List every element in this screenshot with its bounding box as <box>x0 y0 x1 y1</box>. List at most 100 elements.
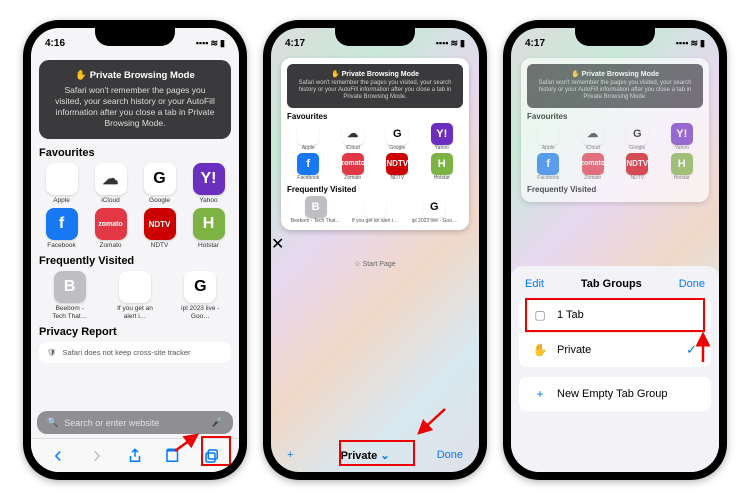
favourite-item[interactable]: H Hotstar <box>186 208 231 249</box>
favourite-item[interactable]: fFacebook <box>287 153 330 181</box>
icon-label: If you get an alert i… <box>346 218 403 224</box>
tab-title: ☆ Start Page <box>271 260 479 268</box>
row-label: New Empty Tab Group <box>557 388 667 400</box>
favourite-item[interactable]: Gipl 2023 live - Goo… <box>406 196 463 224</box>
new-tab-group-row[interactable]: + New Empty Tab Group <box>519 377 711 411</box>
tabs-button[interactable] <box>203 447 221 465</box>
favourite-item[interactable]: Apple <box>287 123 330 151</box>
favourite-item[interactable]: fFacebook <box>527 153 570 181</box>
icon-label: Apple <box>527 145 570 151</box>
favourite-item[interactable]: GGoogle <box>137 163 182 204</box>
favourite-item[interactable]: GGoogle <box>376 123 419 151</box>
favourite-item[interactable]: zomatoZomato <box>332 153 375 181</box>
plus-icon: + <box>533 387 547 401</box>
favourite-item[interactable]: NDTVNDTV <box>137 208 182 249</box>
banner-title: ✋ Private Browsing Mode <box>51 70 219 81</box>
shield-icon: 🛡 <box>47 348 57 357</box>
icon-label: ipl 2023 live - Goo… <box>180 305 220 319</box>
favourite-item[interactable]: GGoogle <box>616 123 659 151</box>
address-bar[interactable]: 🔍 Search or enter website 🎤 <box>37 411 233 434</box>
new-tab-button[interactable]: + <box>287 449 293 461</box>
share-button[interactable] <box>126 447 144 465</box>
mic-icon[interactable]: 🎤 <box>212 417 223 428</box>
icon-label: Apple <box>287 145 330 151</box>
app-icon: G <box>386 123 408 145</box>
app-icon: Y! <box>431 123 453 145</box>
forward-button[interactable] <box>88 447 106 465</box>
icon-label: Facebook <box>287 175 330 181</box>
close-tab-button[interactable]: ✕ <box>271 234 479 254</box>
icon-label: Yahoo <box>421 145 464 151</box>
app-icon: f <box>297 153 319 175</box>
tab-preview-card: ✋ Private Browsing ModeSafari won't reme… <box>521 58 709 202</box>
favourite-item[interactable]: If you get an alert i… <box>346 196 403 224</box>
favourite-item[interactable]: zomatoZomato <box>572 153 615 181</box>
app-icon: H <box>671 153 693 175</box>
favourite-item[interactable]: zomatoZomato <box>88 208 133 249</box>
tab-group-selector[interactable]: Private ⌄ <box>341 449 390 462</box>
favourite-item[interactable]: ☁iCloud <box>332 123 375 151</box>
app-icon: ☁ <box>95 163 127 195</box>
bookmarks-button[interactable] <box>164 447 182 465</box>
checkmark-icon: ✓ <box>686 342 697 358</box>
phone-1: 4:16 ▪▪▪▪≋▮ ✋ Private Browsing Mode Safa… <box>23 20 247 480</box>
favourite-item[interactable]: NDTVNDTV <box>616 153 659 181</box>
banner-body: Safari won't remember the pages you visi… <box>51 85 219 129</box>
favourite-item[interactable]: HHotstar <box>661 153 704 181</box>
icon-label: Zomato <box>99 242 121 249</box>
favourite-item[interactable]: HHotstar <box>421 153 464 181</box>
app-icon: ☁ <box>342 123 364 145</box>
privacy-row: 🛡Safari does not keep cross-site tracker <box>39 342 231 363</box>
tab-preview-card[interactable]: ✋ Private Browsing Mode Safari won't rem… <box>281 58 469 230</box>
app-icon: G <box>626 123 648 145</box>
favourite-item[interactable]: ☁iCloud <box>572 123 615 151</box>
icon-label: Zomato <box>332 175 375 181</box>
favourite-item[interactable]: Apple <box>39 163 84 204</box>
icon-label: Facebook <box>527 175 570 181</box>
mini-banner: ✋ Private Browsing Mode Safari won't rem… <box>287 64 463 108</box>
edit-button[interactable]: Edit <box>525 278 544 290</box>
chevron-down-icon: ⌄ <box>380 450 389 462</box>
icon-label: Beebom - Tech That… <box>50 305 90 319</box>
favourite-item[interactable]: fFacebook <box>39 208 84 249</box>
done-button[interactable]: Done <box>679 278 705 290</box>
favourite-item[interactable]: Y!Yahoo <box>421 123 464 151</box>
search-icon: 🔍 <box>47 417 58 428</box>
icon-label: Google <box>149 197 170 204</box>
icon-label: ipl 2023 live - Goo… <box>406 218 463 224</box>
done-button[interactable]: Done <box>437 449 463 461</box>
tab-groups-sheet: Edit Tab Groups Done ▢ 1 Tab ✋ Private ✓… <box>511 266 719 472</box>
favourite-item[interactable]: BBeebom - Tech That… <box>287 196 344 224</box>
app-icon <box>119 271 151 303</box>
app-icon <box>297 123 319 145</box>
app-icon <box>46 163 78 195</box>
app-icon: zomato <box>582 153 604 175</box>
app-icon <box>537 123 559 145</box>
phone-2: 4:17 ▪▪▪▪≋▮ ✋ Private Browsing Mode Safa… <box>263 20 487 480</box>
status-bar: 4:17 ▪▪▪▪≋▮ <box>271 28 479 54</box>
tab-switcher-bar: + Private ⌄ Done <box>271 438 479 472</box>
tab-group-row-private[interactable]: ✋ Private ✓ <box>519 332 711 367</box>
favourite-item[interactable]: Y!Yahoo <box>661 123 704 151</box>
app-icon: H <box>193 208 225 240</box>
app-icon: B <box>54 271 86 303</box>
tab-group-row-tabs[interactable]: ▢ 1 Tab <box>519 298 711 332</box>
icon-label: Zomato <box>572 175 615 181</box>
favourite-item[interactable]: NDTVNDTV <box>376 153 419 181</box>
favourite-item[interactable]: Gipl 2023 live - Goo… <box>170 271 231 319</box>
favourite-item[interactable]: ☁iCloud <box>88 163 133 204</box>
icon-label: Hotstar <box>198 242 219 249</box>
privacy-heading: Privacy Report <box>39 326 231 338</box>
favourite-item[interactable]: Apple <box>527 123 570 151</box>
icon-label: If you get an alert i… <box>115 305 155 319</box>
app-icon: f <box>537 153 559 175</box>
favourite-item[interactable]: B Beebom - Tech That… <box>39 271 100 319</box>
status-bar: 4:16 ▪▪▪▪≋▮ <box>31 28 239 54</box>
sheet-title: Tab Groups <box>581 278 642 290</box>
app-icon <box>364 196 386 218</box>
clock: 4:16 <box>45 38 65 49</box>
app-icon: ☁ <box>582 123 604 145</box>
favourite-item[interactable]: Y!Yahoo <box>186 163 231 204</box>
back-button[interactable] <box>49 447 67 465</box>
favourite-item[interactable]: If you get an alert i… <box>104 271 165 319</box>
